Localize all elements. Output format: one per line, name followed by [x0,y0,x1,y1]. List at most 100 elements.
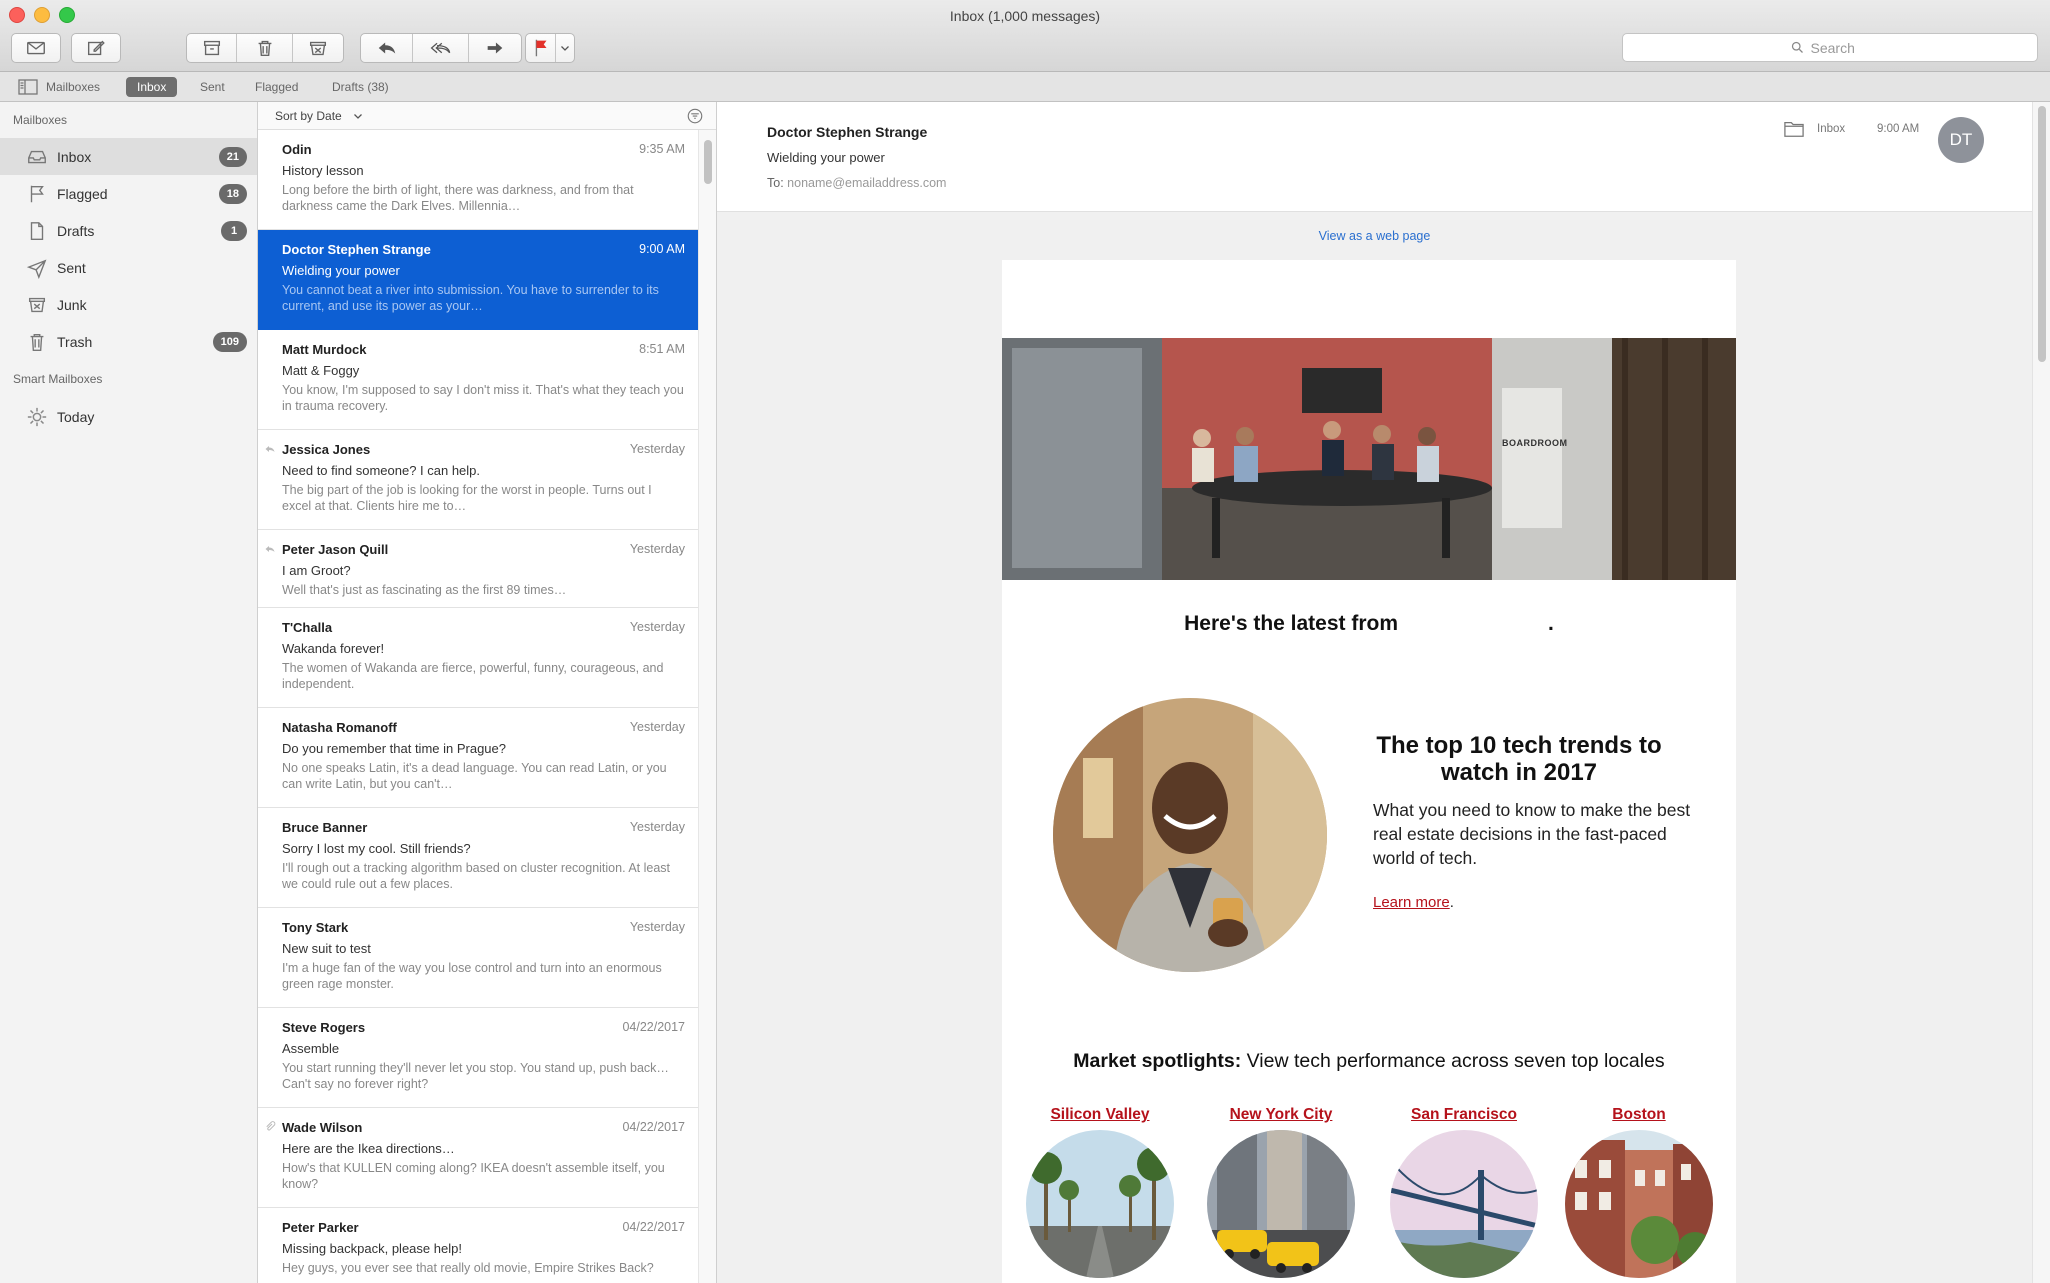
message-time: Yesterday [629,820,685,834]
attachment-icon [266,1121,276,1131]
message-row-selected[interactable]: Doctor Stephen Strange 9:00 AM Wielding … [258,230,699,330]
message-subject: Wakanda forever! [282,641,385,656]
message-preview: I'm a huge fan of the way you lose contr… [282,961,662,991]
message-row[interactable]: Matt Murdock 8:51 AM Matt & Foggy You kn… [258,330,699,430]
scrollbar-thumb[interactable] [704,140,712,184]
message-row[interactable]: Odin 9:35 AM History lesson Long before … [258,130,699,230]
sidebar-item-drafts[interactable]: Drafts 1 [0,212,257,249]
city-link[interactable]: New York City [1201,1106,1361,1124]
message-header: Doctor Stephen Strange Wielding your pow… [717,102,2032,212]
reader-subject: Wielding your power [767,150,885,165]
sidebar-item-sent[interactable]: Sent [0,249,257,286]
favorites-sent[interactable]: Sent [189,77,236,97]
message-subject: Do you remember that time in Prague? [282,741,506,756]
window-title: Inbox (1,000 messages) [949,8,1101,24]
sort-label: Sort by Date [275,109,342,123]
reply-button[interactable] [361,34,413,62]
search-field[interactable] [1622,33,2038,62]
message-row[interactable]: Peter Jason Quill Yesterday I am Groot? … [258,530,699,608]
article-title: The top 10 tech trends to watch in 2017 [1376,732,1662,786]
sidebar-item-label: Trash [57,333,93,350]
message-row[interactable]: Natasha Romanoff Yesterday Do you rememb… [258,708,699,808]
message-time: Yesterday [629,920,685,934]
sidebar-item-junk[interactable]: Junk [0,286,257,323]
reply-group [360,33,522,63]
message-preview: You start running they'll never let you … [282,1061,669,1091]
sidebar-item-label: Today [57,408,95,425]
replied-icon [265,446,275,452]
sidebar-item-trash[interactable]: Trash 109 [0,323,257,360]
city-link[interactable]: San Francisco [1384,1106,1544,1124]
message-row[interactable]: Bruce Banner Yesterday Sorry I lost my c… [258,808,699,908]
count-badge: 109 [212,331,247,352]
reply-icon [378,42,395,54]
flag-button[interactable] [526,34,556,62]
favorites-drafts[interactable]: Drafts (38) [321,77,400,97]
city-new-york[interactable]: New York City [1201,1106,1361,1278]
sidebar-item-inbox[interactable]: Inbox 21 [0,138,257,175]
paper-plane-icon [25,256,49,280]
message-time: 9:00 AM [639,242,685,256]
learn-more-link[interactable]: Learn more [1373,894,1450,911]
city-silicon-valley[interactable]: Silicon Valley [1020,1106,1180,1278]
flag-menu-button[interactable] [556,34,574,62]
latest-text: Here's the latest from [1184,612,1399,635]
junk-button[interactable] [293,34,343,62]
message-sender: Bruce Banner [282,820,368,835]
document-icon [25,219,49,243]
message-list-scrollbar[interactable] [698,130,716,1283]
message-sender: Tony Stark [282,920,349,935]
spotlight-bold-label: Market spotlights: [1073,1050,1242,1072]
message-row[interactable]: Tony Stark Yesterday New suit to test I'… [258,908,699,1008]
message-row[interactable]: Steve Rogers 04/22/2017 Assemble You sta… [258,1008,699,1108]
city-link[interactable]: Silicon Valley [1020,1106,1180,1124]
inbox-icon [25,145,49,169]
favorites-inbox[interactable]: Inbox [126,77,178,97]
favorites-mailboxes-button[interactable]: Mailboxes [12,77,111,97]
reply-all-button[interactable] [413,34,469,62]
message-preview: Long before the birth of light, there wa… [282,183,634,213]
view-as-web-page-link[interactable]: View as a web page [717,229,2032,243]
compose-button[interactable] [71,33,121,63]
city-image-brownstones [1565,1130,1713,1278]
message-row[interactable]: T'Challa Yesterday Wakanda forever! The … [258,608,699,708]
toolbar: Inbox (1,000 messages) [0,0,2050,72]
sort-menu[interactable]: Sort by Date [275,109,364,123]
message-row[interactable]: Peter Parker 04/22/2017 Missing backpack… [258,1208,699,1283]
message-subject: Matt & Foggy [282,363,360,378]
message-preview: I'll rough out a tracking algorithm base… [282,861,671,891]
message-list-header: Sort by Date [258,102,716,130]
message-subject: Missing backpack, please help! [282,1241,462,1256]
search-input[interactable] [1810,39,1871,56]
city-boston[interactable]: Boston [1559,1106,1719,1278]
city-san-francisco[interactable]: San Francisco [1384,1106,1544,1278]
favorites-mailboxes-label: Mailboxes [46,80,101,94]
delete-button[interactable] [237,34,293,62]
reader-sender: Doctor Stephen Strange [767,124,928,140]
city-link[interactable]: Boston [1559,1106,1719,1124]
message-sender: Steve Rogers [282,1020,366,1035]
archive-icon [203,40,220,56]
archive-button[interactable] [187,34,237,62]
get-mail-button[interactable] [11,33,61,63]
trash-icon [25,330,49,354]
forward-button[interactable] [469,34,521,62]
replied-icon [265,546,275,552]
message-sender: Wade Wilson [282,1120,363,1135]
avatar: DT [1938,117,1984,163]
message-row[interactable]: Wade Wilson 04/22/2017 Here are the Ikea… [258,1108,699,1208]
reading-pane-scrollbar[interactable] [2032,102,2050,1283]
filter-icon[interactable] [686,107,704,125]
message-subject: Need to find someone? I can help. [282,463,481,478]
message-sender: Matt Murdock [282,342,367,357]
junk-icon [309,41,327,56]
scrollbar-thumb[interactable] [2038,106,2046,362]
folder-icon [1784,122,1804,137]
sidebar-item-today[interactable]: Today [0,398,257,435]
message-row[interactable]: Jessica Jones Yesterday Need to find som… [258,430,699,530]
favorites-flagged[interactable]: Flagged [244,77,309,97]
chevron-down-icon [353,114,362,119]
count-badge: 18 [218,183,247,204]
unread-count-badge: 21 [218,146,247,167]
sidebar-item-flagged[interactable]: Flagged 18 [0,175,257,212]
